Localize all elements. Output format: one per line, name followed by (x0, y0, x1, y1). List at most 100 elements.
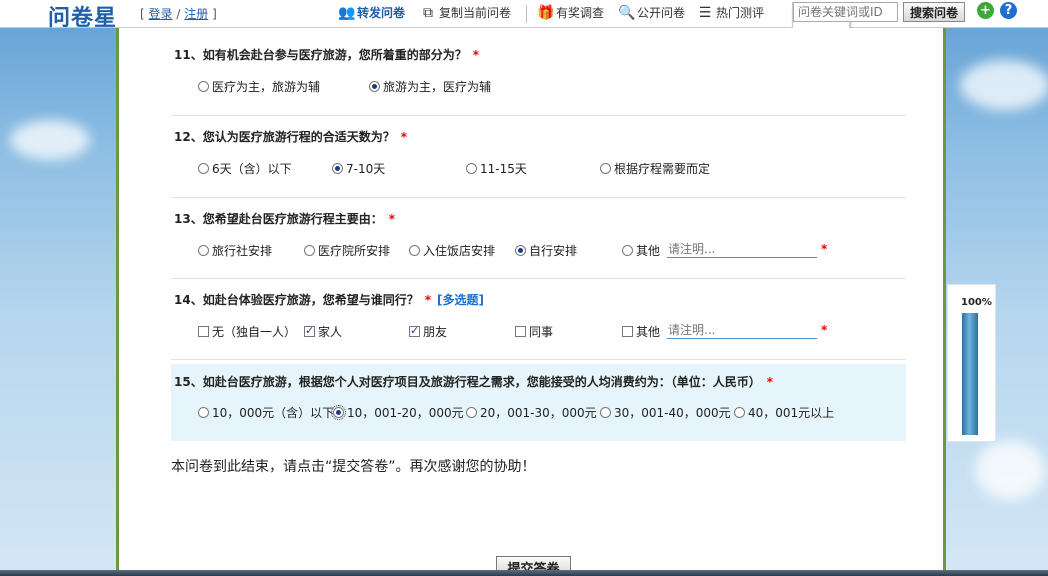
radio-button[interactable] (198, 163, 209, 174)
radio-button[interactable] (332, 163, 343, 174)
option-label: 30，001-40，000元 (614, 406, 731, 420)
public-survey-link[interactable]: 🔍 公开问卷 (618, 4, 685, 21)
radio-button[interactable] (515, 245, 526, 256)
option-label: 根据疗程需要而定 (614, 162, 711, 176)
required-mark: * (424, 293, 431, 307)
option-q14-1[interactable]: 无（独自一人） (198, 323, 296, 340)
radio-button[interactable] (331, 405, 346, 420)
option-q15-5[interactable]: 40，001元以上 (734, 404, 834, 421)
hot-review-link[interactable]: ☰ 热门测评 (697, 4, 764, 21)
question-text: 14、如赴台体验医疗旅游，您希望与谁同行？ (174, 293, 419, 307)
radio-button[interactable] (304, 245, 315, 256)
option-q15-1[interactable]: 10，000元（含）以下 (198, 404, 334, 421)
option-q15-3[interactable]: 20，001-30，000元 (466, 404, 597, 421)
auth-separator: / (176, 7, 181, 21)
option-q11-1[interactable]: 医疗为主，旅游为辅 (198, 78, 320, 95)
question-12: 12、您认为医疗旅游行程的合适天数为？ * 6天（含）以下 7-10天 11-15… (171, 120, 906, 190)
option-q12-4[interactable]: 根据疗程需要而定 (600, 160, 710, 177)
copy-label: 复制当前问卷 (439, 6, 512, 20)
ending-message: 本问卷到此结束，请点击“提交答卷”。再次感谢您的协助！ (171, 459, 536, 475)
option-label: 家人 (318, 325, 343, 339)
list-icon: ☰ (698, 4, 712, 21)
question-text: 11、如有机会赴台参与医疗旅游，您所着重的部分为？ (174, 48, 467, 62)
option-q11-2[interactable]: 旅游为主，医疗为辅 (369, 78, 491, 95)
option-q12-3[interactable]: 11-15天 (466, 160, 527, 177)
question-text: 12、您认为医疗旅游行程的合适天数为？ (174, 130, 395, 144)
copy-survey-link[interactable]: ⧉ 复制当前问卷 (420, 4, 511, 21)
radio-button[interactable] (409, 245, 420, 256)
required-mark: * (821, 323, 828, 337)
hot-label: 热门测评 (716, 6, 765, 20)
option-q14-2[interactable]: 家人 (304, 323, 342, 340)
option-q12-1[interactable]: 6天（含）以下 (198, 160, 292, 177)
question-divider (171, 197, 906, 198)
radio-button[interactable] (466, 163, 477, 174)
checkbox[interactable] (304, 324, 315, 337)
radio-button[interactable] (622, 245, 633, 256)
required-mark: * (472, 48, 479, 62)
help-icon[interactable]: ? (1000, 2, 1017, 19)
cloud-decoration (960, 60, 1048, 110)
question-14: 14、如赴台体验医疗旅游，您希望与谁同行？ * [多选题] 无（独自一人） 家人 朋… (171, 283, 906, 353)
radio-button[interactable] (369, 81, 380, 92)
forward-survey-link[interactable]: 👥 转发问卷 (338, 4, 405, 21)
radio-button[interactable] (198, 81, 209, 92)
bracket-open: [ (140, 7, 145, 21)
progress-label: 100% (961, 297, 992, 308)
search-icon: 🔍 (618, 4, 636, 21)
option-q14-other[interactable]: 其他 (622, 323, 660, 340)
option-q13-1[interactable]: 旅行社安排 (198, 242, 272, 259)
radio-button[interactable] (600, 407, 611, 418)
option-q13-other[interactable]: 其他 (622, 242, 660, 259)
forward-label: 转发问卷 (357, 6, 406, 20)
checkbox[interactable] (622, 326, 633, 337)
survey-panel: 11、如有机会赴台参与医疗旅游，您所着重的部分为？ * 医疗为主，旅游为辅 旅游为… (116, 28, 946, 576)
auth-links: [ 登录 / 注册 ] (140, 5, 217, 22)
option-label: 医疗为主，旅游为辅 (212, 80, 321, 94)
option-q15-2[interactable]: 10，001-20，000元 (331, 404, 464, 421)
option-q12-2[interactable]: 7-10天 (332, 160, 385, 177)
question-divider (171, 278, 906, 279)
nav-divider (526, 5, 527, 23)
radio-button[interactable] (466, 407, 477, 418)
progress-bar (962, 313, 978, 435)
radio-button[interactable] (734, 407, 745, 418)
multi-select-tag: [多选题] (436, 293, 484, 307)
option-label: 无（独自一人） (212, 325, 297, 339)
add-icon[interactable]: + (977, 2, 994, 19)
radio-button[interactable] (600, 163, 611, 174)
option-q15-4[interactable]: 30，001-40，000元 (600, 404, 731, 421)
question-title: 13、您希望赴台医疗旅游行程主要由： * (174, 210, 395, 227)
search-input[interactable] (793, 2, 898, 22)
site-logo[interactable]: 问卷星 (48, 0, 117, 32)
option-q13-3[interactable]: 入住饭店安排 (409, 242, 495, 259)
question-title: 14、如赴台体验医疗旅游，您希望与谁同行？ * [多选题] (174, 291, 484, 308)
option-q14-3[interactable]: 朋友 (409, 323, 447, 340)
question-title: 15、如赴台医疗旅游，根据您个人对医疗项目及旅游行程之需求，您能接受的人均消费约… (174, 373, 773, 390)
radio-button[interactable] (198, 407, 209, 418)
question-title: 12、您认为医疗旅游行程的合适天数为？ * (174, 128, 407, 145)
required-mark: * (388, 212, 395, 226)
login-link[interactable]: 登录 (149, 7, 173, 21)
register-link[interactable]: 注册 (184, 7, 208, 21)
search-button[interactable]: 搜索问卷 (903, 2, 965, 22)
checkbox[interactable] (198, 326, 209, 337)
option-q13-4[interactable]: 自行安排 (515, 242, 577, 259)
option-q13-2[interactable]: 医疗院所安排 (304, 242, 390, 259)
reward-survey-link[interactable]: 🎁 有奖调查 (537, 4, 604, 21)
question-text: 13、您希望赴台医疗旅游行程主要由： (174, 212, 383, 226)
option-label: 医疗院所安排 (318, 244, 391, 258)
top-bar: 问卷星 [ 登录 / 注册 ] 👥 转发问卷 ⧉ 复制当前问卷 🎁 有奖调查 🔍… (0, 0, 1048, 31)
question-title: 11、如有机会赴台参与医疗旅游，您所着重的部分为？ * (174, 46, 479, 63)
checkbox[interactable] (515, 326, 526, 337)
option-label: 40，001元以上 (748, 406, 835, 420)
option-label: 10，000元（含）以下 (212, 406, 335, 420)
checkbox[interactable] (409, 324, 420, 337)
radio-button[interactable] (198, 245, 209, 256)
option-label: 入住饭店安排 (423, 244, 496, 258)
option-q14-4[interactable]: 同事 (515, 323, 553, 340)
other-text-field[interactable] (667, 321, 817, 339)
copy-icon: ⧉ (423, 4, 433, 21)
question-15: 15、如赴台医疗旅游，根据您个人对医疗项目及旅游行程之需求，您能接受的人均消费约… (171, 364, 906, 441)
other-text-field[interactable] (667, 240, 817, 258)
